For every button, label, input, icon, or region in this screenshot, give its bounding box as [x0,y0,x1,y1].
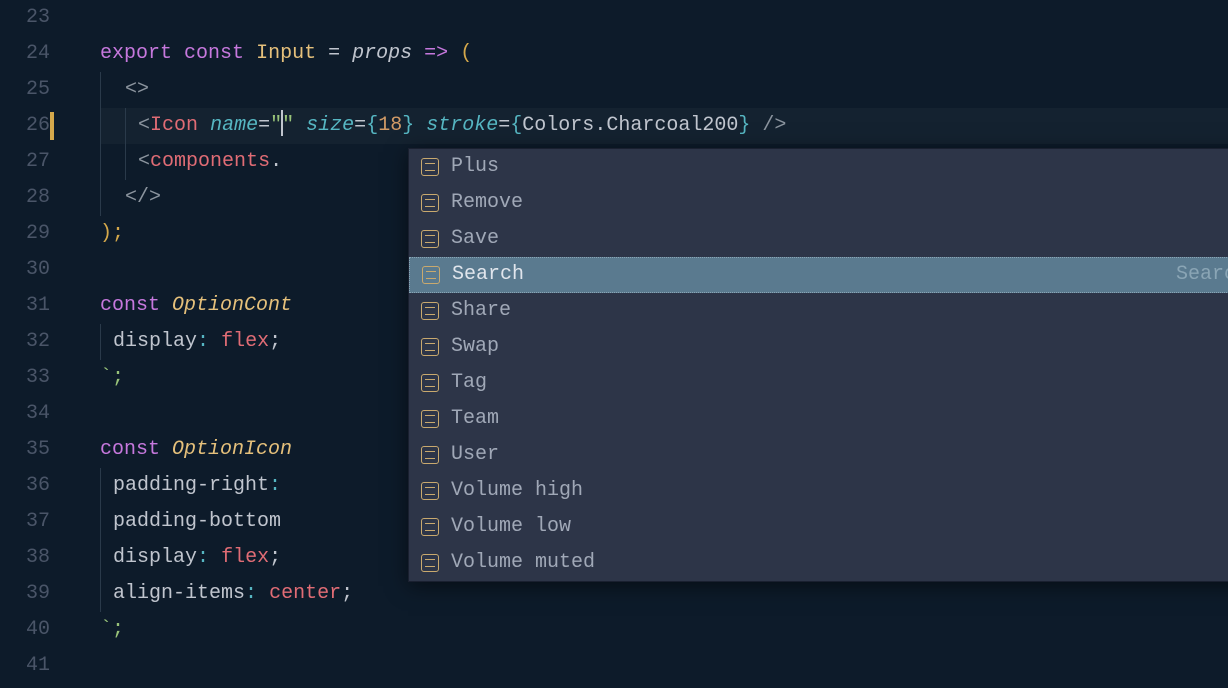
autocomplete-popup: Plus Remove Save Search Search Share [408,148,1228,582]
enum-icon [421,518,439,536]
line-number: 28 [0,180,50,216]
autocomplete-item[interactable]: Save [409,221,1228,257]
enum-icon [421,482,439,500]
code-line-active[interactable]: <Icon name="" size={18} stroke={Colors.C… [100,108,1228,144]
autocomplete-item[interactable]: Volume muted [409,545,1228,581]
autocomplete-item[interactable]: User [409,437,1228,473]
line-number: 29 [0,216,50,252]
enum-icon [421,410,439,428]
autocomplete-item[interactable]: Team [409,401,1228,437]
line-number: 25 [0,72,50,108]
line-number: 27 [0,144,50,180]
text-cursor [281,110,283,136]
line-number: 40 [0,612,50,648]
enum-icon [421,230,439,248]
autocomplete-label: Team [451,401,1228,437]
line-number: 30 [0,252,50,288]
autocomplete-item[interactable]: Plus [409,149,1228,185]
code-line[interactable] [100,0,1228,36]
line-number: 39 [0,576,50,612]
code-editor: 23 24 25 26 27 28 29 30 31 32 33 34 35 3… [0,0,1228,688]
autocomplete-label: Volume muted [451,545,1228,581]
code-line[interactable]: export const Input = props => ( [100,36,1228,72]
autocomplete-label: Save [451,221,1228,257]
autocomplete-label: Search [452,257,1176,293]
enum-icon [421,302,439,320]
enum-icon [421,374,439,392]
autocomplete-label: Remove [451,185,1228,221]
line-number: 37 [0,504,50,540]
enum-icon [421,194,439,212]
line-number: 35 [0,432,50,468]
autocomplete-item[interactable]: Remove [409,185,1228,221]
enum-icon [421,338,439,356]
line-number-modified: 26 [0,108,50,144]
enum-icon [421,158,439,176]
line-number: 31 [0,288,50,324]
line-number: 33 [0,360,50,396]
code-line[interactable]: <> [100,72,1228,108]
line-number: 34 [0,396,50,432]
line-number: 32 [0,324,50,360]
autocomplete-item[interactable]: Swap [409,329,1228,365]
autocomplete-label: User [451,437,1228,473]
code-content[interactable]: export const Input = props => ( <> <Icon… [70,0,1228,688]
line-number-gutter: 23 24 25 26 27 28 29 30 31 32 33 34 35 3… [0,0,70,688]
autocomplete-label: Plus [451,149,1228,185]
autocomplete-label: Swap [451,329,1228,365]
enum-icon [422,266,440,284]
code-line[interactable] [100,648,1228,684]
autocomplete-item[interactable]: Volume low [409,509,1228,545]
line-number: 38 [0,540,50,576]
line-number: 36 [0,468,50,504]
autocomplete-item[interactable]: Volume high [409,473,1228,509]
autocomplete-item[interactable]: Tag [409,365,1228,401]
line-number: 41 [0,648,50,684]
autocomplete-label: Tag [451,365,1228,401]
autocomplete-label: Volume high [451,473,1228,509]
code-line[interactable]: `; [100,612,1228,648]
line-number: 24 [0,36,50,72]
autocomplete-item[interactable]: Share [409,293,1228,329]
autocomplete-detail: Search [1176,257,1228,293]
autocomplete-label: Share [451,293,1228,329]
autocomplete-item-selected[interactable]: Search Search [409,257,1228,293]
autocomplete-label: Volume low [451,509,1228,545]
enum-icon [421,554,439,572]
line-number: 23 [0,0,50,36]
enum-icon [421,446,439,464]
